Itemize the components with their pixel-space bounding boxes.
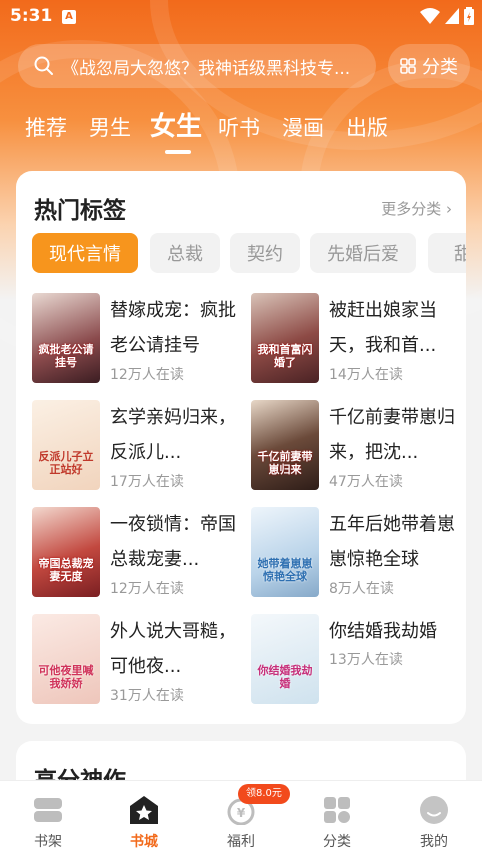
book-title: 玄学亲妈归来，反派儿... [110, 407, 236, 463]
search-icon [34, 56, 53, 75]
book-readers: 8万人在读 [329, 581, 394, 597]
book-title: 被赶出娘家当天，我和首... [329, 300, 437, 356]
nav-bookstore-label: 书城 [130, 834, 158, 850]
chevron-right-icon: › [446, 200, 452, 218]
book-item[interactable]: 我和首富闪婚了 被赶出娘家当天，我和首... 14万人在读 [251, 293, 461, 389]
tab-publishing[interactable]: 出版 [346, 112, 388, 142]
tab-recommend[interactable]: 推荐 [25, 112, 67, 142]
bookshelf-icon [34, 798, 62, 822]
nav-welfare-label: 福利 [227, 834, 255, 850]
book-cover-text: 疯批老公请挂号 [38, 343, 94, 369]
book-readers: 12万人在读 [110, 581, 184, 597]
nav-profile-label: 我的 [420, 834, 448, 850]
search-input[interactable]: 《战忽局大忽悠？我神话级黑科技专... [18, 44, 376, 88]
book-cover-text: 反派儿子立正站好 [38, 450, 94, 476]
nav-bookshelf-label: 书架 [34, 834, 62, 850]
book-cover: 她带着崽崽惊艳全球 [251, 507, 319, 597]
book-item[interactable]: 反派儿子立正站好 玄学亲妈归来，反派儿... 17万人在读 [32, 400, 242, 496]
status-time: 5:31 [10, 6, 53, 26]
wifi-icon [420, 8, 440, 24]
chip-ceo[interactable]: 总裁 [150, 233, 220, 273]
book-cover-text: 她带着崽崽惊艳全球 [257, 557, 313, 583]
svg-text:¥: ¥ [237, 806, 246, 820]
book-cover-text: 我和首富闪婚了 [257, 343, 313, 369]
book-cover-text: 帝国总裁宠妻无度 [38, 557, 94, 583]
nav-bookshelf[interactable]: 书架 [0, 781, 96, 856]
category-button-label: 分类 [422, 57, 458, 78]
nav-bookstore[interactable]: 书城 [96, 781, 192, 856]
book-cover: 疯批老公请挂号 [32, 293, 100, 383]
book-cover: 我和首富闪婚了 [251, 293, 319, 383]
nav-category[interactable]: 分类 [289, 781, 385, 856]
tab-indicator [165, 150, 191, 154]
profile-icon [420, 796, 448, 824]
book-cover: 可他夜里喊我娇娇 [32, 614, 100, 704]
book-title: 一夜锁情：帝国总裁宠妻... [110, 514, 236, 570]
chip-modern-romance[interactable]: 现代言情 [32, 233, 138, 273]
book-item[interactable]: 帝国总裁宠妻无度 一夜锁情：帝国总裁宠妻... 12万人在读 [32, 507, 242, 603]
book-title: 千亿前妻带崽归来，把沈... [329, 407, 455, 463]
book-cover: 千亿前妻带崽归来 [251, 400, 319, 490]
book-cover-text: 千亿前妻带崽归来 [257, 450, 313, 476]
book-cover: 反派儿子立正站好 [32, 400, 100, 490]
book-item[interactable]: 疯批老公请挂号 替嫁成宠：疯批老公请挂号 12万人在读 [32, 293, 242, 389]
status-bar: 5:31 A [0, 0, 482, 34]
nav-profile[interactable]: 我的 [386, 781, 482, 856]
book-cover: 帝国总裁宠妻无度 [32, 507, 100, 597]
channel-tabs: 推荐 男生 女生 听书 漫画 出版 [0, 104, 482, 154]
more-categories-link[interactable]: 更多分类 › [381, 198, 452, 219]
book-title: 你结婚我劫婚 [329, 621, 437, 642]
tab-comics[interactable]: 漫画 [282, 112, 324, 142]
more-categories-label: 更多分类 [381, 200, 442, 218]
book-readers: 47万人在读 [329, 474, 403, 490]
book-readers: 31万人在读 [110, 688, 184, 704]
hot-tags-title: 热门标签 [34, 198, 126, 224]
battery-icon [464, 7, 474, 25]
hot-tags-card: 热门标签 更多分类 › 现代言情 总裁 契约 先婚后爱 甜 疯批老公请挂号 替嫁… [16, 171, 466, 724]
tab-audiobook[interactable]: 听书 [218, 112, 260, 142]
book-readers: 13万人在读 [329, 652, 403, 668]
chip-sweet[interactable]: 甜 [428, 233, 466, 273]
book-cover: 你结婚我劫婚 [251, 614, 319, 704]
notification-icon: A [62, 10, 76, 24]
book-readers: 17万人在读 [110, 474, 184, 490]
chip-contract[interactable]: 契约 [230, 233, 300, 273]
search-placeholder: 《战忽局大忽悠？我神话级黑科技专... [62, 58, 351, 79]
book-item[interactable]: 她带着崽崽惊艳全球 五年后她带着崽崽惊艳全球 8万人在读 [251, 507, 461, 603]
welfare-promo-badge[interactable]: 领8.0元 [238, 784, 290, 804]
nav-category-label: 分类 [323, 834, 351, 850]
book-title: 替嫁成宠：疯批老公请挂号 [110, 300, 236, 356]
book-item[interactable]: 可他夜里喊我娇娇 外人说大哥糙，可他夜... 31万人在读 [32, 614, 242, 710]
book-cover-text: 你结婚我劫婚 [257, 664, 313, 690]
bookstore-icon [130, 796, 158, 824]
tag-chips: 现代言情 总裁 契约 先婚后爱 甜 [32, 233, 466, 273]
category-icon [324, 797, 350, 823]
book-item[interactable]: 千亿前妻带崽归来 千亿前妻带崽归来，把沈... 47万人在读 [251, 400, 461, 496]
grid-icon [400, 58, 416, 74]
book-readers: 14万人在读 [329, 367, 403, 383]
book-readers: 12万人在读 [110, 367, 184, 383]
signal-icon [445, 8, 459, 24]
chip-marriage-first[interactable]: 先婚后爱 [310, 233, 416, 273]
book-title: 五年后她带着崽崽惊艳全球 [329, 514, 455, 570]
book-title: 外人说大哥糙，可他夜... [110, 621, 236, 677]
category-button[interactable]: 分类 [388, 44, 470, 88]
tab-female[interactable]: 女生 [150, 106, 202, 143]
book-item[interactable]: 你结婚我劫婚 你结婚我劫婚 13万人在读 [251, 614, 461, 710]
book-cover-text: 可他夜里喊我娇娇 [38, 664, 94, 690]
tab-male[interactable]: 男生 [89, 112, 131, 142]
